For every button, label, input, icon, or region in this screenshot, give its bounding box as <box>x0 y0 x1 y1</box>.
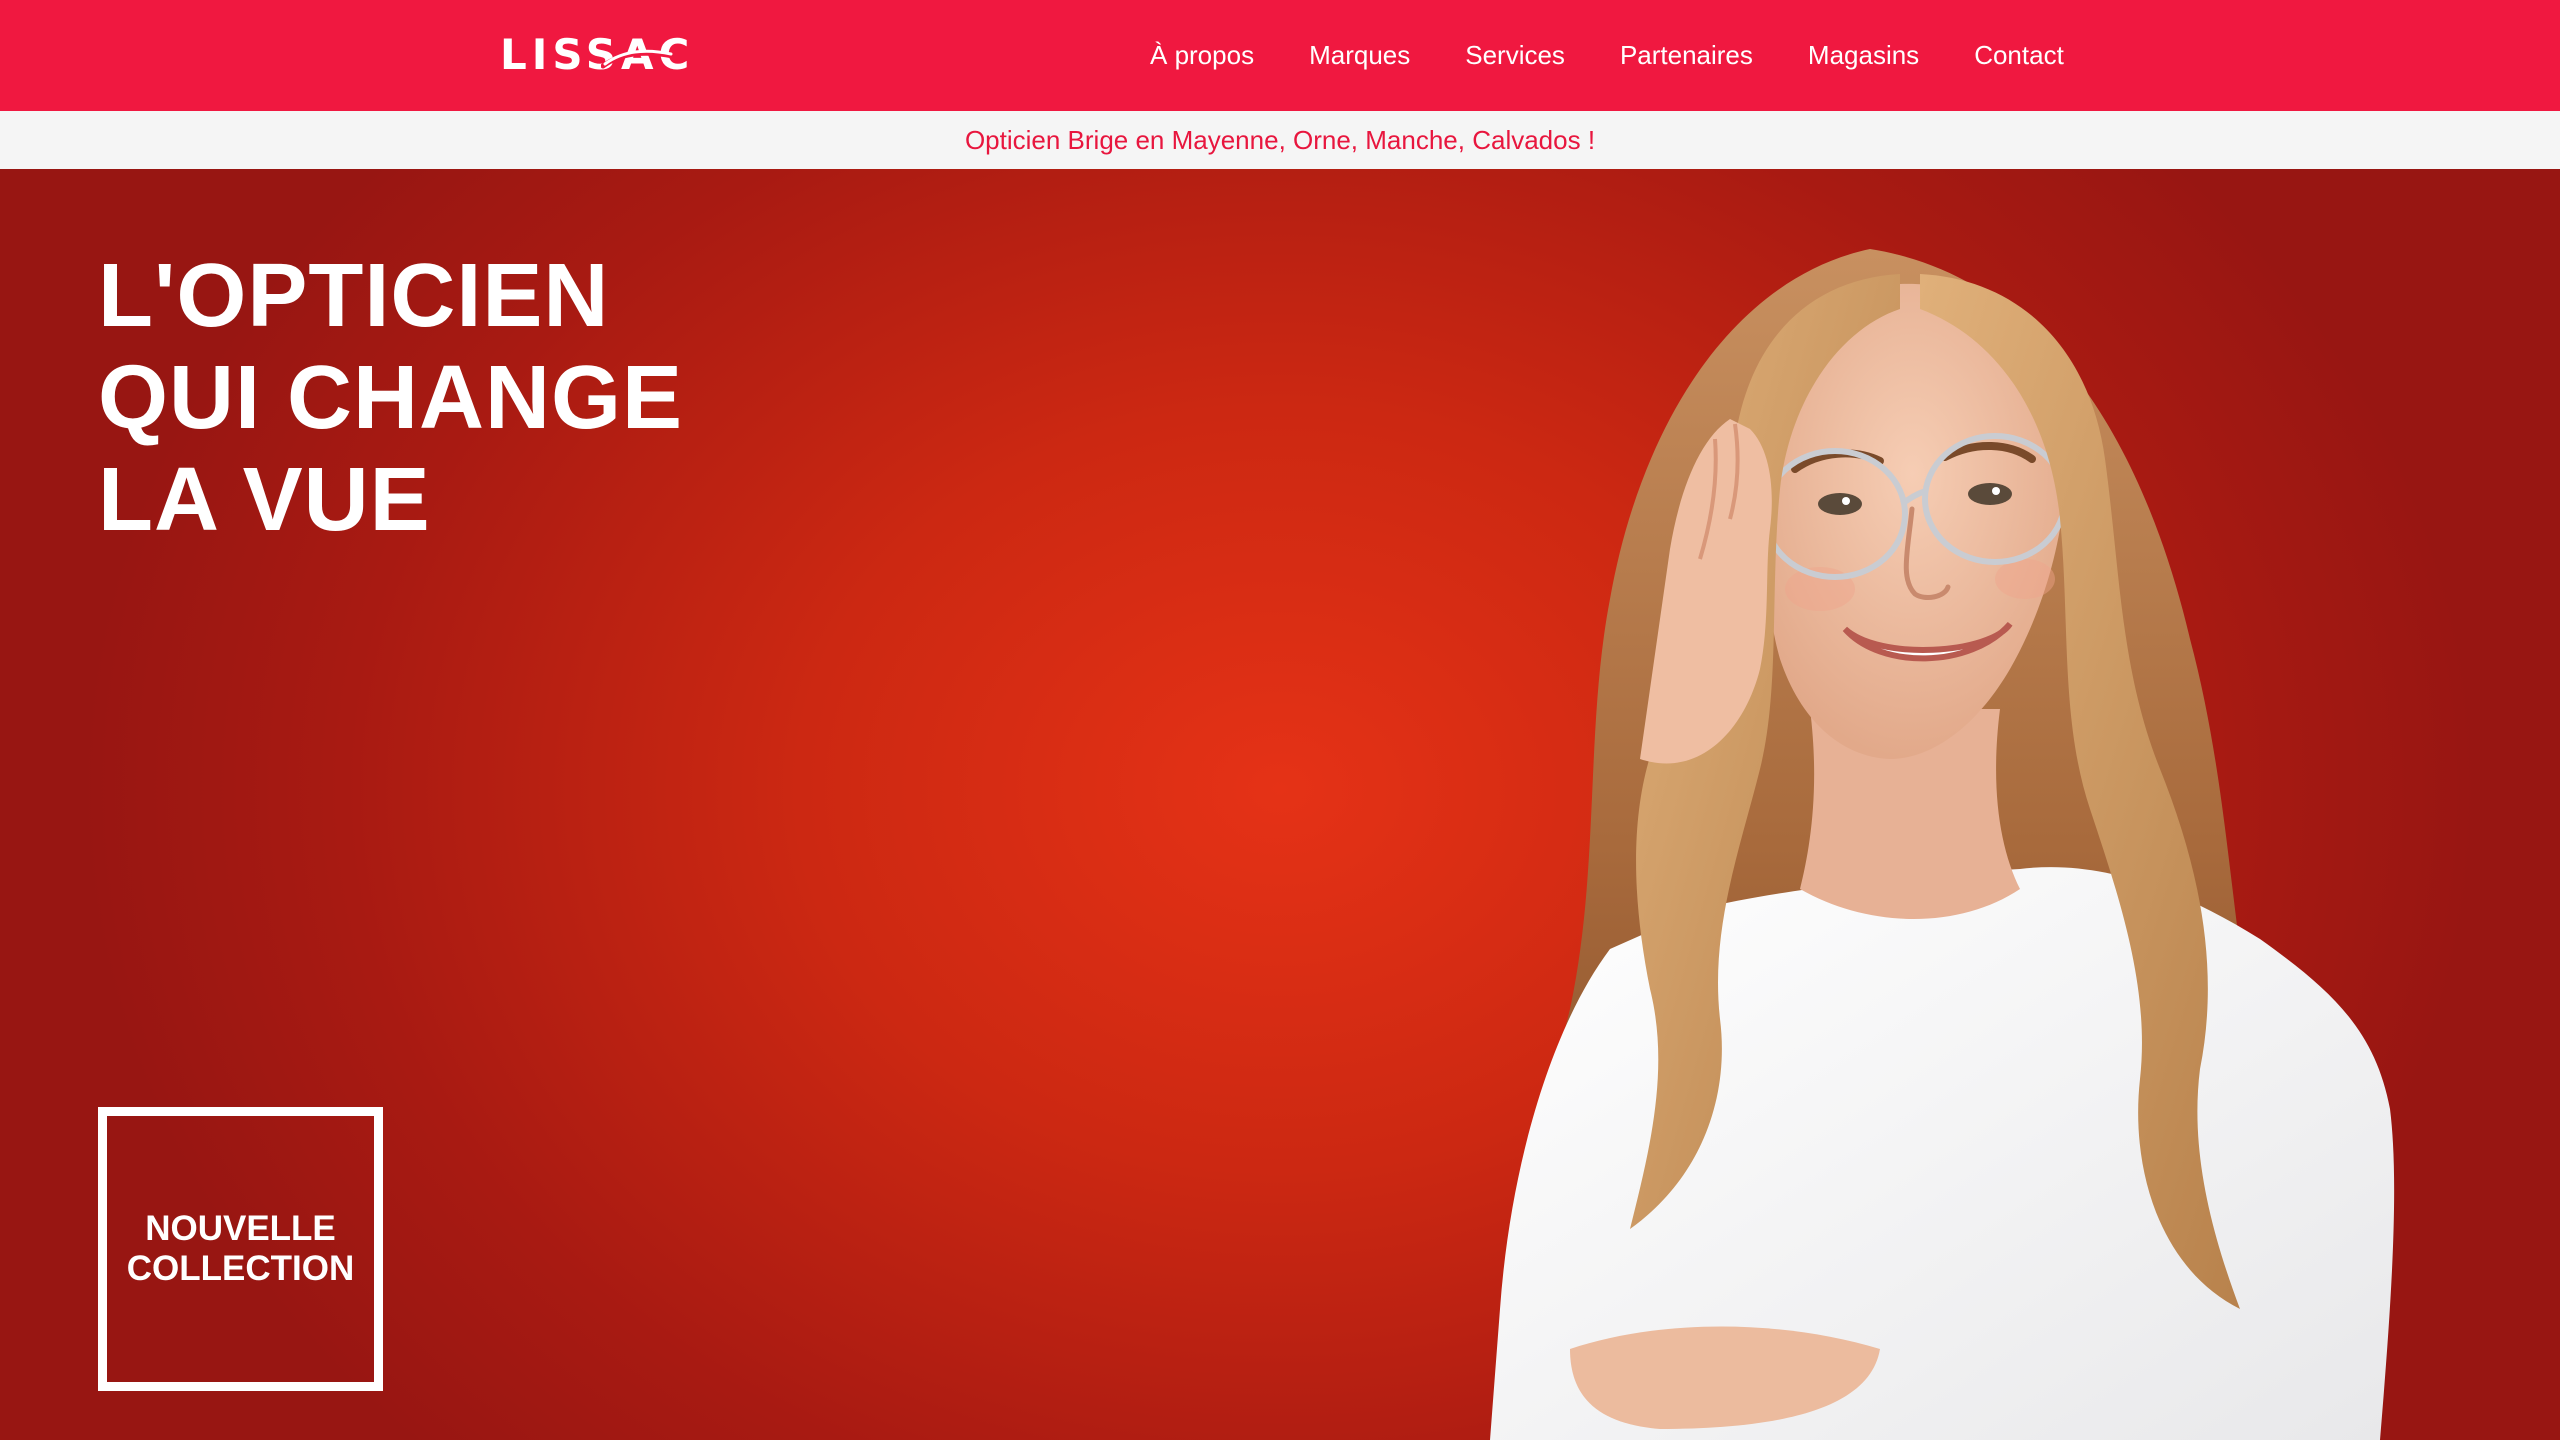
hero-title-line-2: QUI CHANGE <box>98 348 684 448</box>
new-collection-button[interactable]: NOUVELLE COLLECTION <box>98 1107 383 1391</box>
site-header: LISS AC À propos Marques Services Partena… <box>0 0 2560 111</box>
hero-title: L'OPTICIEN QUI CHANGE LA VUE <box>98 245 683 551</box>
main-nav: À propos Marques Services Partenaires Ma… <box>1150 0 2064 111</box>
location-banner: Opticien Brige en Mayenne, Orne, Manche,… <box>0 111 2560 169</box>
logo-text-accent: AC <box>601 34 694 76</box>
logo-text-main: LISS <box>500 30 622 79</box>
nav-item-services[interactable]: Services <box>1465 40 1565 71</box>
new-collection-label: NOUVELLE COLLECTION <box>127 1209 354 1289</box>
nav-item-a-propos[interactable]: À propos <box>1150 40 1254 71</box>
nav-item-marques[interactable]: Marques <box>1309 40 1410 71</box>
nav-item-contact[interactable]: Contact <box>1974 40 2064 71</box>
nav-item-partenaires[interactable]: Partenaires <box>1620 40 1753 71</box>
hero-title-line-1: L'OPTICIEN <box>98 246 610 346</box>
lissac-logo[interactable]: LISS AC <box>500 30 694 80</box>
new-collection-line-2: COLLECTION <box>126 1249 355 1288</box>
location-banner-text: Opticien Brige en Mayenne, Orne, Manche,… <box>964 124 1596 155</box>
hero-section: L'OPTICIEN QUI CHANGE LA VUE NOUVELLE CO… <box>0 169 2560 1440</box>
nav-item-magasins[interactable]: Magasins <box>1808 40 1919 71</box>
model-photo <box>1490 249 2395 1440</box>
new-collection-line-1: NOUVELLE <box>145 1209 336 1248</box>
hero-title-line-3: LA VUE <box>98 450 431 550</box>
